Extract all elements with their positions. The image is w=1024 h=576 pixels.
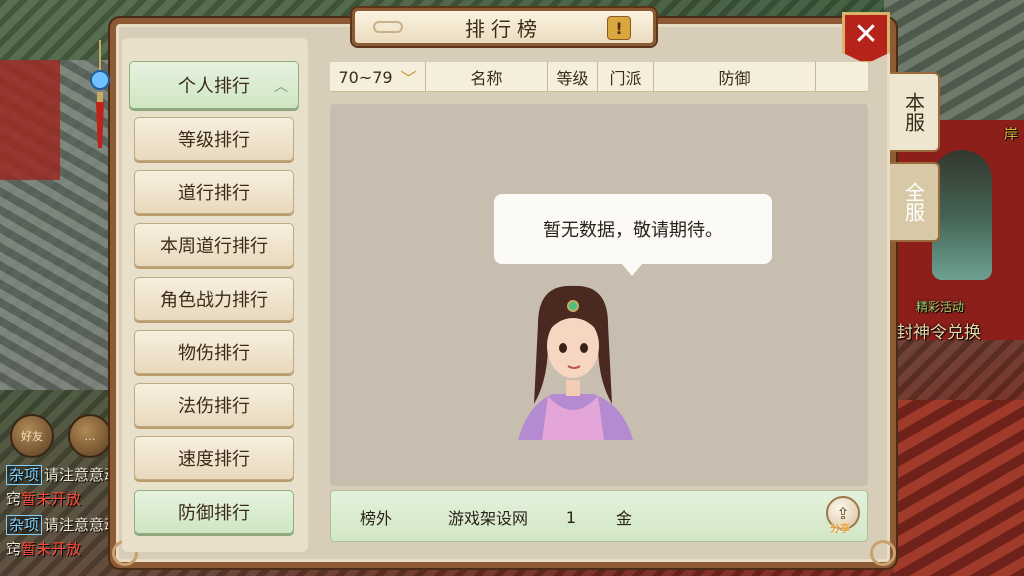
world-label-exchange[interactable]: 封神令兑换 bbox=[896, 318, 981, 343]
sidebar-item-label: 个人排行 bbox=[178, 76, 250, 97]
guide-character-image bbox=[518, 285, 633, 440]
chat-text: 请注意意动 bbox=[44, 516, 120, 534]
red-carpet-left bbox=[0, 60, 60, 180]
sidebar-item-daoxing-ranking[interactable]: 道行排行 bbox=[134, 170, 294, 214]
column-header-defense: 防御 bbox=[654, 62, 816, 92]
tab-label: 本服 bbox=[901, 92, 926, 132]
share-label: 分享 bbox=[830, 524, 850, 535]
column-header-label: 名称 bbox=[470, 69, 503, 88]
my-school: 金 bbox=[599, 491, 649, 543]
chat-tag: 杂项 bbox=[6, 515, 43, 535]
sidebar-item-label: 物伤排行 bbox=[178, 343, 250, 364]
tab-this-server[interactable]: 本服 bbox=[890, 72, 940, 152]
friends-button[interactable]: 好友 bbox=[10, 414, 54, 458]
chat-bubble-icon[interactable]: … bbox=[68, 414, 112, 458]
sidebar-item-label: 道行排行 bbox=[178, 183, 250, 204]
empty-state-message: 暂无数据，敬请期待。 bbox=[543, 220, 723, 241]
sidebar-item-label: 速度排行 bbox=[178, 449, 250, 470]
chat-text-red: 暂未开放 bbox=[21, 490, 82, 508]
sidebar-item-physical-damage-ranking[interactable]: 物伤排行 bbox=[134, 330, 294, 374]
page-title: 排行榜 bbox=[465, 16, 543, 41]
chat-text-red: 暂未开放 bbox=[21, 540, 82, 558]
tassel-ornament bbox=[90, 40, 110, 148]
chat-line: 杂项 请注意意动 bbox=[6, 514, 119, 535]
my-rank-row: 榜外 游戏架设网 1 金 bbox=[330, 490, 868, 542]
chevron-up-icon: ︿ bbox=[274, 79, 288, 95]
column-header-name: 名称 bbox=[426, 62, 548, 92]
sidebar-item-personal-ranking[interactable]: 个人排行 ︿ bbox=[129, 61, 299, 109]
level-range-value: 70~79 bbox=[338, 67, 393, 87]
sidebar-item-label: 等级排行 bbox=[178, 130, 250, 151]
empty-state-bubble: 暂无数据，敬请期待。 bbox=[494, 194, 772, 276]
help-button[interactable]: ! bbox=[607, 16, 631, 40]
my-name-value: 游戏架设网 bbox=[447, 509, 528, 528]
chat-ellipsis: … bbox=[84, 429, 96, 443]
sidebar-item-label: 角色战力排行 bbox=[160, 290, 268, 311]
tab-label: 全服 bbox=[901, 182, 926, 222]
my-rank: 榜外 bbox=[331, 491, 421, 543]
world-label-activity: 精彩活动 bbox=[916, 300, 965, 314]
share-button[interactable]: ⇪ 分享 bbox=[826, 496, 862, 536]
close-icon: ✕ bbox=[853, 16, 879, 52]
chat-tag: 杂项 bbox=[6, 465, 43, 485]
sidebar-item-label: 本周道行排行 bbox=[160, 236, 268, 257]
chat-line: 窍暂未开放 bbox=[6, 538, 81, 559]
sidebar-item-defense-ranking[interactable]: 防御排行 bbox=[134, 490, 294, 534]
sidebar-item-label: 法伤排行 bbox=[178, 396, 250, 417]
column-header-level: 等级 bbox=[548, 62, 598, 92]
column-header-label: 等级 bbox=[556, 69, 589, 88]
my-level-value: 1 bbox=[565, 507, 577, 527]
my-name: 游戏架设网 bbox=[427, 491, 549, 543]
chat-text: 窍 bbox=[6, 490, 22, 508]
npc-figure[interactable] bbox=[932, 150, 992, 280]
chat-line: 杂项 请注意意动 bbox=[6, 464, 119, 485]
my-level: 1 bbox=[549, 491, 593, 543]
table-header: 70~79 ﹀ 名称 等级 门派 防御 bbox=[330, 62, 868, 92]
sidebar-item-weekly-daoxing-ranking[interactable]: 本周道行排行 bbox=[134, 223, 294, 267]
level-range-dropdown[interactable]: 70~79 ﹀ bbox=[330, 62, 426, 92]
chevron-down-icon: ﹀ bbox=[400, 69, 417, 88]
column-header-label: 门派 bbox=[609, 69, 642, 88]
friends-label: 好友 bbox=[21, 430, 43, 443]
frame-ornament bbox=[870, 540, 896, 566]
chat-line: 窍暂未开放 bbox=[6, 488, 81, 509]
sidebar-item-label: 防御排行 bbox=[178, 503, 250, 524]
world-label-edge: 岸 bbox=[1004, 127, 1018, 143]
column-header-school: 门派 bbox=[598, 62, 654, 92]
tiles-right bbox=[894, 400, 1024, 576]
sidebar-item-level-ranking[interactable]: 等级排行 bbox=[134, 117, 294, 161]
panel-title: 排行榜 ! bbox=[352, 8, 656, 46]
chat-text: 请注意意动 bbox=[44, 466, 120, 484]
my-rank-value: 榜外 bbox=[359, 509, 392, 528]
sidebar-item-speed-ranking[interactable]: 速度排行 bbox=[134, 436, 294, 480]
chat-text: 窍 bbox=[6, 540, 22, 558]
cloud-ornament bbox=[373, 21, 403, 33]
column-header-label: 防御 bbox=[718, 69, 751, 88]
tab-all-servers[interactable]: 全服 bbox=[890, 162, 940, 242]
sidebar-item-combat-power-ranking[interactable]: 角色战力排行 bbox=[134, 277, 294, 321]
sidebar-item-magic-damage-ranking[interactable]: 法伤排行 bbox=[134, 383, 294, 427]
my-school-value: 金 bbox=[615, 509, 632, 528]
